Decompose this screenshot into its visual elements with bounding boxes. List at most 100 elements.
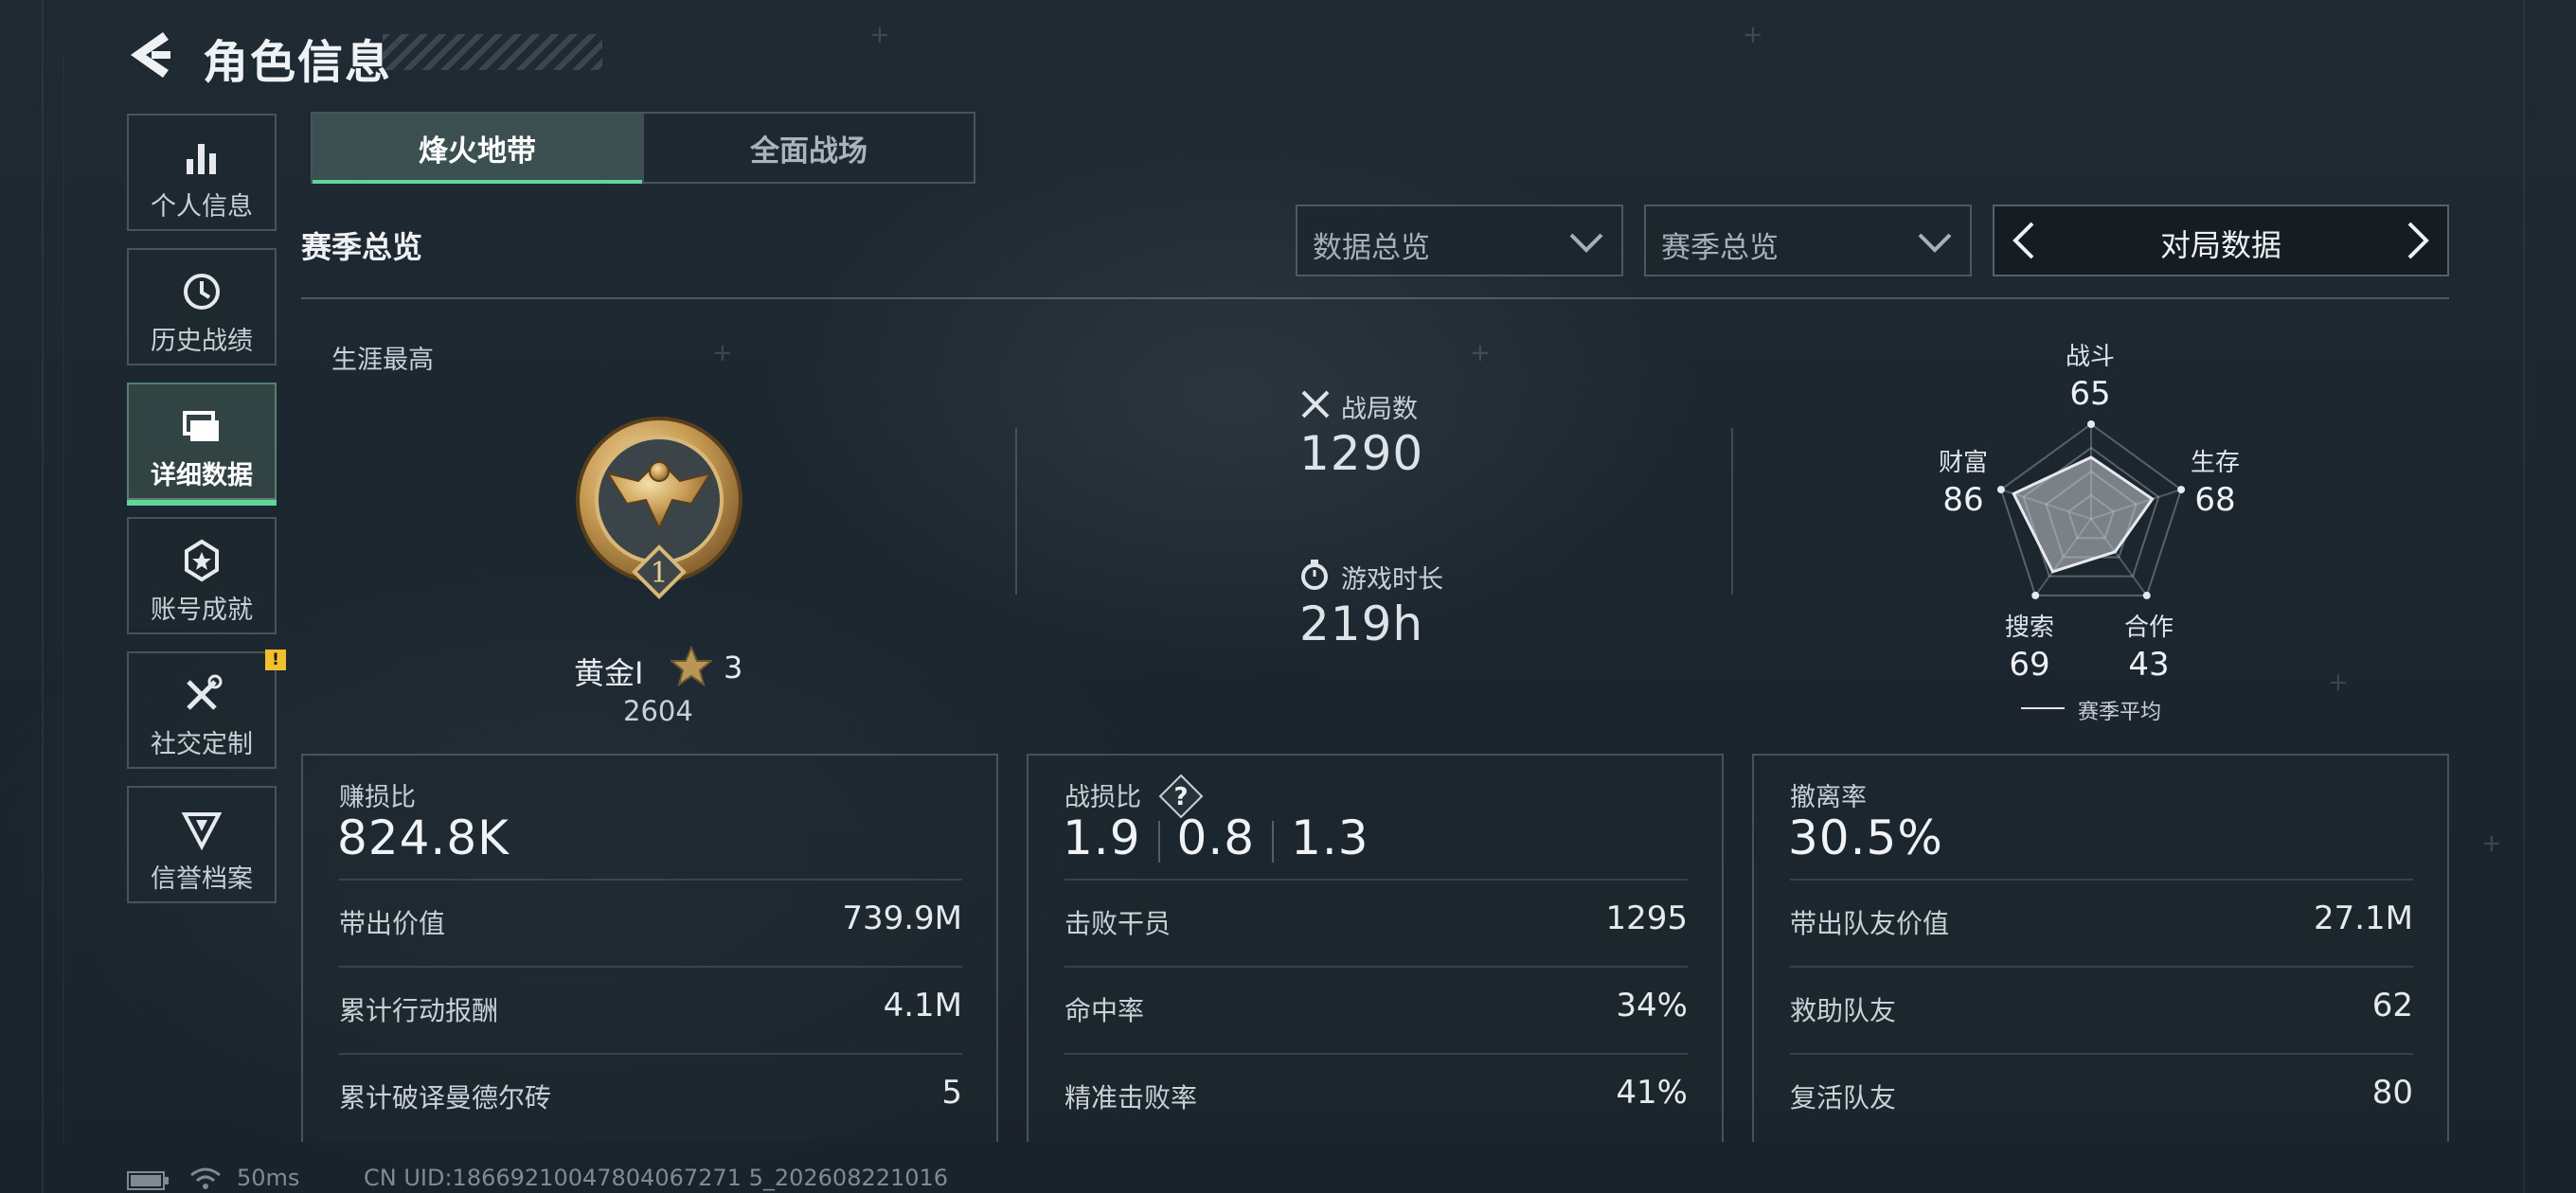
radar-legend: 赛季平均 — [2078, 701, 2162, 724]
row-value: 4.1M — [883, 987, 962, 1024]
back-arrow-icon[interactable] — [127, 28, 174, 81]
title-decoration — [383, 34, 602, 70]
stat-row: 带出价值 739.9M — [339, 879, 962, 968]
radar-chart — [1996, 420, 2186, 599]
row-value: 27.1M — [2313, 899, 2413, 937]
playtime-label: 游戏时长 — [1341, 565, 1443, 595]
chevron-right-icon[interactable] — [2400, 220, 2438, 261]
sidebar-item-personal-info[interactable]: 个人信息 — [127, 114, 277, 231]
radar-axis-point — [2142, 591, 2151, 599]
reputation-icon — [181, 812, 223, 851]
extraction-panel: 撤离率 30.5% 带出队友价值 27.1M 救助队友 62 复活队友 80 — [1752, 754, 2449, 1142]
wifi-icon — [190, 1167, 221, 1189]
row-label: 累计破译曼德尔砖 — [339, 1082, 552, 1113]
stat-row: 复活队友 80 — [1790, 1053, 2413, 1142]
extraction-rate-value: 30.5% — [1788, 810, 1943, 865]
row-label: 累计行动报酬 — [339, 995, 499, 1026]
sidebar-item-label: 社交定制 — [151, 730, 253, 759]
row-value: 739.9M — [842, 899, 962, 937]
page-title: 角色信息 — [203, 36, 393, 89]
row-value: 80 — [2371, 1074, 2413, 1112]
row-label: 救助队友 — [1790, 995, 1897, 1026]
row-label: 带出价值 — [339, 908, 446, 939]
data-scope-dropdown[interactable]: 数据总览 — [1296, 205, 1623, 276]
radar-axis-point — [2031, 591, 2040, 599]
radar-axis-point — [2087, 420, 2095, 428]
radar-value-survival: 68 — [2194, 481, 2236, 519]
playtime-value: 219h — [1299, 596, 1424, 651]
sidebar-item-detailed-data[interactable]: 详细数据 — [127, 383, 277, 506]
crossed-swords-icon — [1301, 390, 1330, 418]
tab-full-battlefield[interactable]: 全面战场 — [642, 114, 974, 182]
mode-tabs: 烽火地带 全面战场 — [311, 112, 975, 184]
svg-text:?: ? — [1173, 783, 1188, 811]
kd-values: 1.9 0.8 1.3 — [1063, 810, 1369, 865]
tools-icon — [187, 674, 223, 710]
radar-label-combat: 战斗 — [2065, 343, 2115, 371]
panel-title: 撤离率 — [1790, 783, 1867, 812]
achievement-icon — [185, 539, 219, 582]
history-icon — [184, 274, 220, 310]
matches-label: 战局数 — [1341, 395, 1418, 424]
stat-row: 累计行动报酬 4.1M — [339, 966, 962, 1055]
sidebar-item-achievements[interactable]: 账号成就 — [127, 517, 277, 634]
column-divider — [1015, 428, 1017, 595]
column-divider — [1731, 428, 1733, 595]
stat-row: 命中率 34% — [1064, 966, 1688, 1055]
stat-row: 救助队友 62 — [1790, 966, 2413, 1055]
notification-badge: ! — [265, 650, 286, 670]
ping-value: 50ms — [237, 1165, 300, 1191]
sidebar-item-label: 信誉档案 — [151, 864, 253, 894]
row-value: 62 — [2371, 987, 2413, 1024]
gold-rank-medal-icon: 1 — [576, 417, 742, 599]
uid-text: CN UID:18669210047804067271 5_2026082210… — [364, 1165, 949, 1191]
radar-label-wealth: 财富 — [1938, 449, 1988, 477]
stat-row: 带出队友价值 27.1M — [1790, 879, 2413, 968]
section-title: 赛季总览 — [301, 229, 423, 265]
career-best-label: 生涯最高 — [331, 346, 434, 375]
radar-label-search: 搜索 — [2004, 614, 2054, 642]
match-selector-label: 对局数据 — [2159, 227, 2281, 263]
stat-row: 累计破译曼德尔砖 5 — [339, 1053, 962, 1142]
rank-score: 2604 — [623, 695, 693, 727]
sidebar-item-social-custom[interactable]: 社交定制 ! — [127, 650, 286, 769]
dropdown-value: 数据总览 — [1313, 231, 1430, 265]
sidebar-item-label: 详细数据 — [151, 461, 253, 490]
row-label: 击败干员 — [1064, 908, 1172, 939]
radar-value-cooperation: 43 — [2128, 646, 2170, 684]
stat-row: 击败干员 1295 — [1064, 879, 1688, 968]
section-divider — [301, 297, 2449, 299]
row-label: 复活队友 — [1790, 1082, 1897, 1113]
row-value: 5 — [941, 1074, 962, 1112]
chevron-down-icon — [1569, 233, 1603, 253]
row-value: 41% — [1616, 1074, 1688, 1112]
radar-value-combat: 65 — [2069, 375, 2111, 413]
radar-value-polygon — [2012, 455, 2155, 574]
sidebar-item-label: 历史战绩 — [151, 327, 253, 356]
kd-value: 0.8 — [1176, 810, 1256, 865]
stopwatch-icon — [1301, 560, 1328, 590]
sidebar-item-label: 账号成就 — [151, 596, 253, 625]
star-icon — [671, 646, 712, 687]
match-data-selector: 对局数据 — [1993, 205, 2449, 276]
row-value: 1295 — [1605, 899, 1688, 937]
radar-value-search: 69 — [2009, 646, 2050, 684]
row-label: 命中率 — [1064, 995, 1145, 1026]
legend-line — [2021, 707, 2065, 709]
battery-icon — [127, 1171, 169, 1190]
sidebar-item-history[interactable]: 历史战绩 — [127, 248, 277, 365]
season-dropdown[interactable]: 赛季总览 — [1644, 205, 1972, 276]
sidebar-item-label: 个人信息 — [151, 192, 253, 222]
sidebar-item-reputation[interactable]: 信誉档案 — [127, 786, 277, 903]
row-label: 带出队友价值 — [1790, 908, 1950, 939]
matches-value: 1290 — [1299, 426, 1424, 481]
tab-hazard-zone[interactable]: 烽火地带 — [313, 114, 642, 184]
chevron-down-icon — [1918, 233, 1952, 253]
bar-chart-icon — [187, 144, 216, 174]
radar-label-survival: 生存 — [2190, 449, 2240, 477]
panel-title: 战损比 — [1064, 783, 1141, 812]
panel-title: 赚损比 — [339, 783, 416, 812]
kd-value: 1.3 — [1291, 810, 1369, 865]
profit-panel: 赚损比 824.8K 带出价值 739.9M 累计行动报酬 4.1M 累计破译曼… — [301, 754, 998, 1142]
dropdown-value: 赛季总览 — [1661, 231, 1779, 265]
